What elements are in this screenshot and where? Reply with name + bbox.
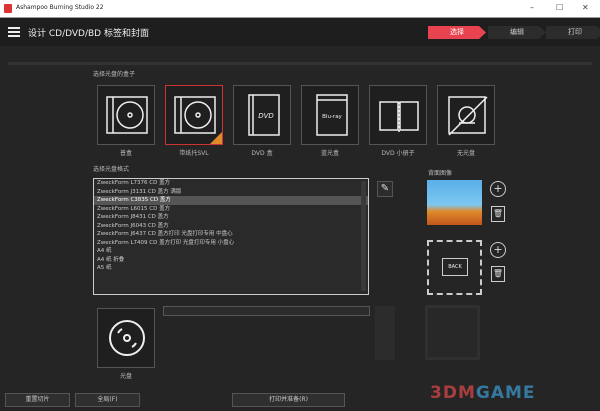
list-item[interactable]: A4 纸 折叠 bbox=[94, 256, 368, 265]
case-label: 普盒 bbox=[119, 150, 132, 157]
list-item[interactable]: ZweckForm L6015 CD 盖方 bbox=[94, 205, 368, 214]
edit-pencil-icon[interactable]: ✎ bbox=[377, 181, 393, 197]
global-button[interactable]: 全局(F) bbox=[75, 393, 140, 407]
progress-bar bbox=[163, 306, 370, 316]
trash-icon[interactable]: 🗑 bbox=[491, 266, 505, 282]
list-item[interactable]: ZweckForm L7409 CD 盖方打印 光盘打印专用 小盘心 bbox=[94, 239, 368, 248]
case-dvd[interactable]: DVD bbox=[233, 85, 291, 145]
case-jewel[interactable] bbox=[97, 85, 155, 145]
case-booklet[interactable] bbox=[369, 85, 427, 145]
disabled-buttons bbox=[375, 306, 395, 360]
case-slim[interactable] bbox=[165, 85, 223, 145]
list-item-selected[interactable]: ZweckForm C3835 CD 盖方 bbox=[94, 196, 368, 205]
back-image-thumbnail[interactable] bbox=[427, 180, 482, 225]
step-select[interactable]: 选择 bbox=[428, 26, 486, 39]
add-image-icon[interactable]: + bbox=[490, 242, 506, 258]
print-button[interactable]: 打印并准备(R) bbox=[232, 393, 345, 407]
header: 设计 CD/DVD/BD 标签和封面 选择 编辑 打印 bbox=[0, 18, 600, 46]
no-disc-icon bbox=[448, 96, 488, 136]
case-label: 蓝光盒 bbox=[320, 150, 339, 157]
list-item[interactable]: ZweckForm J8431 CD 盖方 bbox=[94, 213, 368, 222]
step-edit[interactable]: 编辑 bbox=[488, 26, 546, 39]
case-label: DVD 盒 bbox=[251, 150, 273, 157]
step-print[interactable]: 打印 bbox=[546, 26, 600, 39]
disabled-preview bbox=[425, 305, 480, 360]
watermark: 3DMGAME bbox=[430, 383, 536, 403]
case-label: 带纸托SVL bbox=[179, 150, 209, 157]
list-item[interactable]: ZweckForm J6043 CD 盖方 bbox=[94, 222, 368, 231]
disc-label: 光盘 bbox=[119, 373, 132, 380]
booklet-icon bbox=[379, 101, 419, 134]
list-item[interactable]: A4 纸 bbox=[94, 247, 368, 256]
case-label: 无光盘 bbox=[456, 150, 475, 157]
format-section-label: 选择光盘格式 bbox=[93, 166, 130, 173]
svg-text:DVD: DVD bbox=[258, 112, 274, 120]
page-title: 设计 CD/DVD/BD 标签和封面 bbox=[28, 29, 149, 39]
case-label: DVD 小册子 bbox=[381, 150, 415, 157]
scrollbar[interactable] bbox=[361, 181, 366, 291]
window-title: Ashampoo Burning Studio 22 bbox=[16, 4, 104, 11]
format-list[interactable]: ZweckForm L7376 CD 盖方 ZweckForm J3131 CD… bbox=[93, 178, 369, 295]
case-bluray[interactable]: Blu-ray bbox=[301, 85, 359, 145]
app-icon bbox=[4, 4, 12, 13]
close-button[interactable]: ✕ bbox=[582, 3, 589, 12]
list-item[interactable]: ZweckForm L7376 CD 盖方 bbox=[94, 179, 368, 188]
selected-marker bbox=[210, 132, 222, 144]
case-section-label: 选择光盘的盒子 bbox=[93, 71, 136, 78]
title-bar: Ashampoo Burning Studio 22 – ☐ ✕ bbox=[0, 0, 600, 18]
list-item[interactable]: ZweckForm J6437 CD 盖方打印 光盘打印专用 中盘心 bbox=[94, 230, 368, 239]
menu-icon[interactable] bbox=[8, 27, 20, 37]
print-label: 打印并准备(R) bbox=[269, 396, 308, 403]
maximize-button[interactable]: ☐ bbox=[556, 3, 563, 12]
bluray-case-icon: Blu-ray bbox=[316, 94, 348, 136]
back-section-label: 背面图像 bbox=[428, 170, 453, 177]
list-item[interactable]: A5 纸 bbox=[94, 264, 368, 273]
list-item[interactable]: ZweckForm J3131 CD 盖方 满版 bbox=[94, 188, 368, 197]
disc-icon bbox=[109, 320, 145, 356]
case-no-disc[interactable] bbox=[437, 85, 495, 145]
dvd-case-icon: DVD bbox=[248, 94, 280, 136]
jewel-case-icon bbox=[106, 96, 148, 134]
trash-icon[interactable]: 🗑 bbox=[491, 206, 505, 222]
reset-button[interactable]: 重置切片 bbox=[5, 393, 70, 407]
back-placeholder: BACK bbox=[442, 258, 468, 276]
add-image-icon[interactable]: + bbox=[490, 181, 506, 197]
minimize-button[interactable]: – bbox=[530, 3, 534, 12]
svg-text:Blu-ray: Blu-ray bbox=[322, 114, 342, 120]
divider bbox=[8, 62, 592, 65]
slim-case-icon bbox=[174, 96, 216, 134]
back-drop-area[interactable]: BACK bbox=[427, 240, 482, 295]
disc-box[interactable] bbox=[97, 308, 155, 368]
